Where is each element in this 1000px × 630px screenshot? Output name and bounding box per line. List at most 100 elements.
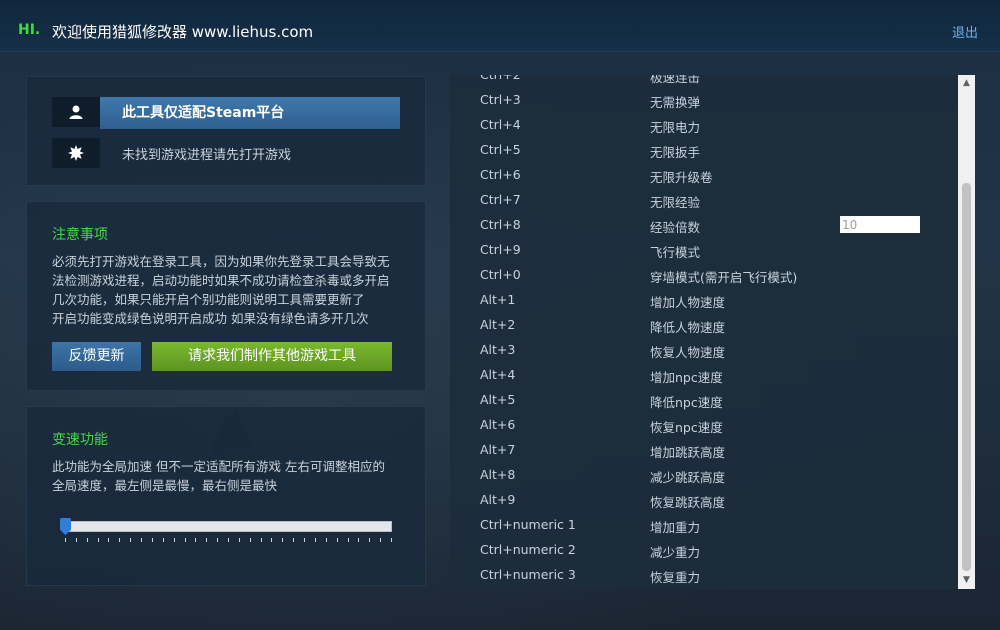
speed-panel: 变速功能 此功能为全局加速 但不一定适配所有游戏 左右可调整相应的 全局速度，最…	[26, 406, 426, 586]
speed-line: 全局速度，最左侧是最慢，最右侧是最快	[52, 478, 278, 493]
title-bar: HI. 欢迎使用猎狐修改器 www.liehus.com 退出	[0, 0, 1000, 52]
hotkey-key: Alt+5	[480, 392, 516, 407]
hotkey-row[interactable]: Ctrl+numeric 2 减少重力	[450, 537, 958, 562]
slider-tick	[250, 538, 251, 542]
slider-tick	[174, 538, 175, 542]
exp-multiplier-input[interactable]	[840, 216, 920, 233]
hotkey-function[interactable]: 无限经验	[650, 192, 700, 211]
slider-tick	[293, 538, 294, 542]
hotkey-function[interactable]: 减少跳跃高度	[650, 467, 725, 486]
slider-tick	[141, 538, 142, 542]
hotkey-function[interactable]: 经验倍数	[650, 217, 700, 236]
notice-title: 注意事项	[52, 227, 108, 243]
slider-tick	[76, 538, 77, 542]
hotkey-row[interactable]: Ctrl+0 穿墙模式(需开启飞行模式)	[450, 262, 958, 287]
hotkey-row[interactable]: Alt+6 恢复npc速度	[450, 412, 958, 437]
slider-tick	[348, 538, 349, 542]
hotkey-row[interactable]: Ctrl+numeric 3 恢复重力	[450, 562, 958, 587]
hotkey-function[interactable]: 增加npc速度	[650, 367, 723, 386]
hotkey-key: Alt+1	[480, 292, 516, 307]
hotkey-function[interactable]: 恢复跳跃高度	[650, 492, 725, 511]
slider-tick	[271, 538, 272, 542]
hotkey-row[interactable]: Ctrl+3 无需换弹	[450, 87, 958, 112]
hotkey-function[interactable]: 降低npc速度	[650, 392, 723, 411]
hotkey-function[interactable]: 恢复人物速度	[650, 342, 725, 361]
steam-platform-notice: 此工具仅适配Steam平台	[100, 97, 400, 129]
hotkey-function[interactable]: 降低人物速度	[650, 317, 725, 336]
hotkey-function[interactable]: 穿墙模式(需开启飞行模式)	[650, 267, 797, 286]
slider-tick	[98, 538, 99, 542]
hotkey-key: Ctrl+7	[480, 192, 521, 207]
hotkey-row[interactable]: Ctrl+numeric 1 增加重力	[450, 512, 958, 537]
slider-tick	[358, 538, 359, 542]
slider-tick	[304, 538, 305, 542]
scrollbar-thumb[interactable]	[962, 183, 971, 571]
hotkey-row[interactable]: Alt+9 恢复跳跃高度	[450, 487, 958, 512]
gear-icon	[52, 138, 100, 168]
slider-tick	[261, 538, 262, 542]
speed-slider-handle[interactable]	[60, 518, 71, 535]
speed-title: 变速功能	[52, 432, 108, 448]
slider-tick	[206, 538, 207, 542]
scroll-down-icon[interactable]: ▼	[958, 572, 975, 589]
slider-tick	[130, 538, 131, 542]
hotkey-row[interactable]: Ctrl+9 飞行模式	[450, 237, 958, 262]
hotkey-row[interactable]: Ctrl+4 无限电力	[450, 112, 958, 137]
hotkey-row[interactable]: Alt+8 减少跳跃高度	[450, 462, 958, 487]
speed-slider-ticks	[65, 538, 392, 544]
slider-tick	[185, 538, 186, 542]
slider-tick	[369, 538, 370, 542]
slider-tick	[282, 538, 283, 542]
hotkey-row[interactable]: Ctrl+5 无限扳手	[450, 137, 958, 162]
hotkey-function[interactable]: 增加重力	[650, 517, 700, 536]
hotkey-function[interactable]: 无需换弹	[650, 92, 700, 111]
notice-line: 法检测游戏进程，启动功能时如果不成功请检查杀毒或多开启	[52, 273, 390, 288]
hotkey-function[interactable]: 飞行模式	[650, 242, 700, 261]
hotkey-key: Ctrl+2	[480, 75, 521, 82]
hotkey-function[interactable]: 无限升级卷	[650, 167, 713, 186]
hotkey-row[interactable]: Alt+7 增加跳跃高度	[450, 437, 958, 462]
logout-button[interactable]: 退出	[952, 22, 978, 41]
slider-tick	[239, 538, 240, 542]
hotkey-row[interactable]: Alt+4 增加npc速度	[450, 362, 958, 387]
hotkey-function[interactable]: 增加跳跃高度	[650, 442, 725, 461]
greeting: HI.	[18, 22, 41, 38]
hotkey-function[interactable]: 增加人物速度	[650, 292, 725, 311]
hotkey-row[interactable]: Alt+5 降低npc速度	[450, 387, 958, 412]
hotkey-key: Alt+6	[480, 417, 516, 432]
hotkey-row[interactable]: Ctrl+7 无限经验	[450, 187, 958, 212]
slider-tick	[87, 538, 88, 542]
hotkey-key: Alt+2	[480, 317, 516, 332]
hotkey-key: Alt+3	[480, 342, 516, 357]
slider-tick	[163, 538, 164, 542]
hotkey-key: Alt+7	[480, 442, 516, 457]
hotkey-row[interactable]: Alt+2 降低人物速度	[450, 312, 958, 337]
request-tool-button[interactable]: 请求我们制作其他游戏工具	[152, 342, 392, 371]
slider-tick	[391, 538, 392, 542]
feedback-update-button[interactable]: 反馈更新	[52, 342, 141, 371]
hotkey-row[interactable]: Ctrl+8 经验倍数	[450, 212, 958, 237]
hotkey-function[interactable]: 减少重力	[650, 542, 700, 561]
scroll-up-icon[interactable]: ▲	[958, 75, 975, 92]
slider-tick	[152, 538, 153, 542]
hotkey-row[interactable]: Ctrl+6 无限升级卷	[450, 162, 958, 187]
hotkey-scrollbar[interactable]: ▲ ▼	[958, 75, 975, 589]
hotkey-function[interactable]: 无限电力	[650, 117, 700, 136]
slider-tick	[65, 538, 66, 542]
slider-tick	[315, 538, 316, 542]
hotkey-row[interactable]: Ctrl+2 极速连击	[450, 75, 958, 87]
hotkey-function[interactable]: 无限扳手	[650, 142, 700, 161]
hotkey-key: Ctrl+numeric 3	[480, 567, 576, 582]
user-icon	[52, 97, 100, 127]
speed-line: 此功能为全局加速 但不一定适配所有游戏 左右可调整相应的	[52, 459, 385, 474]
hotkey-key: Ctrl+0	[480, 267, 521, 282]
hotkey-function[interactable]: 恢复重力	[650, 567, 700, 586]
speed-slider-track[interactable]	[65, 521, 392, 532]
hotkey-function[interactable]: 极速连击	[650, 75, 700, 86]
slider-tick	[195, 538, 196, 542]
status-panel: 此工具仅适配Steam平台 未找到游戏进程请先打开游戏	[26, 76, 426, 186]
hotkey-row[interactable]: Alt+1 增加人物速度	[450, 287, 958, 312]
hotkey-row[interactable]: Alt+3 恢复人物速度	[450, 337, 958, 362]
hotkey-function[interactable]: 恢复npc速度	[650, 417, 723, 436]
notice-line: 几次功能，如果只能开启个别功能则说明工具需要更新了	[52, 292, 365, 307]
